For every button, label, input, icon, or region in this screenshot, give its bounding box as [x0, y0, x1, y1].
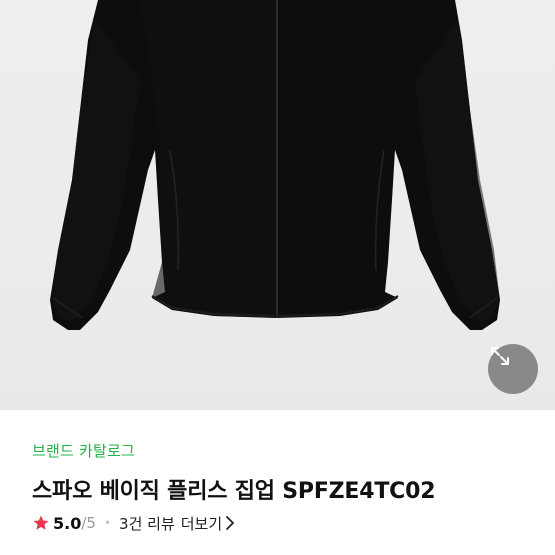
- review-count: 3건 리뷰: [119, 514, 175, 533]
- rating-score: 5.0: [53, 513, 82, 533]
- product-title: 스파오 베이직 플리스 집업 SPFZE4TC02: [32, 479, 436, 504]
- expand-arrows-icon: [491, 347, 509, 365]
- review-more-link[interactable]: 3건 리뷰 더보기: [119, 513, 235, 534]
- brand-catalog-link[interactable]: 브랜드 카탈로그: [32, 440, 135, 461]
- product-image[interactable]: [0, 0, 555, 410]
- product-info: 브랜드 카탈로그 스파오 베이직 플리스 집업 SPFZE4TC02 5.0 /…: [0, 410, 555, 555]
- zoom-button[interactable]: [488, 344, 538, 394]
- fleece-jacket-photo: [50, 0, 500, 330]
- rating-max: /5: [81, 514, 96, 532]
- rating-row: 5.0 /5 • 3건 리뷰 더보기: [32, 512, 235, 534]
- star-icon: [33, 515, 49, 530]
- chevron-right-icon: [226, 516, 235, 530]
- review-more-label: 더보기: [180, 514, 223, 533]
- separator-dot: •: [103, 516, 112, 530]
